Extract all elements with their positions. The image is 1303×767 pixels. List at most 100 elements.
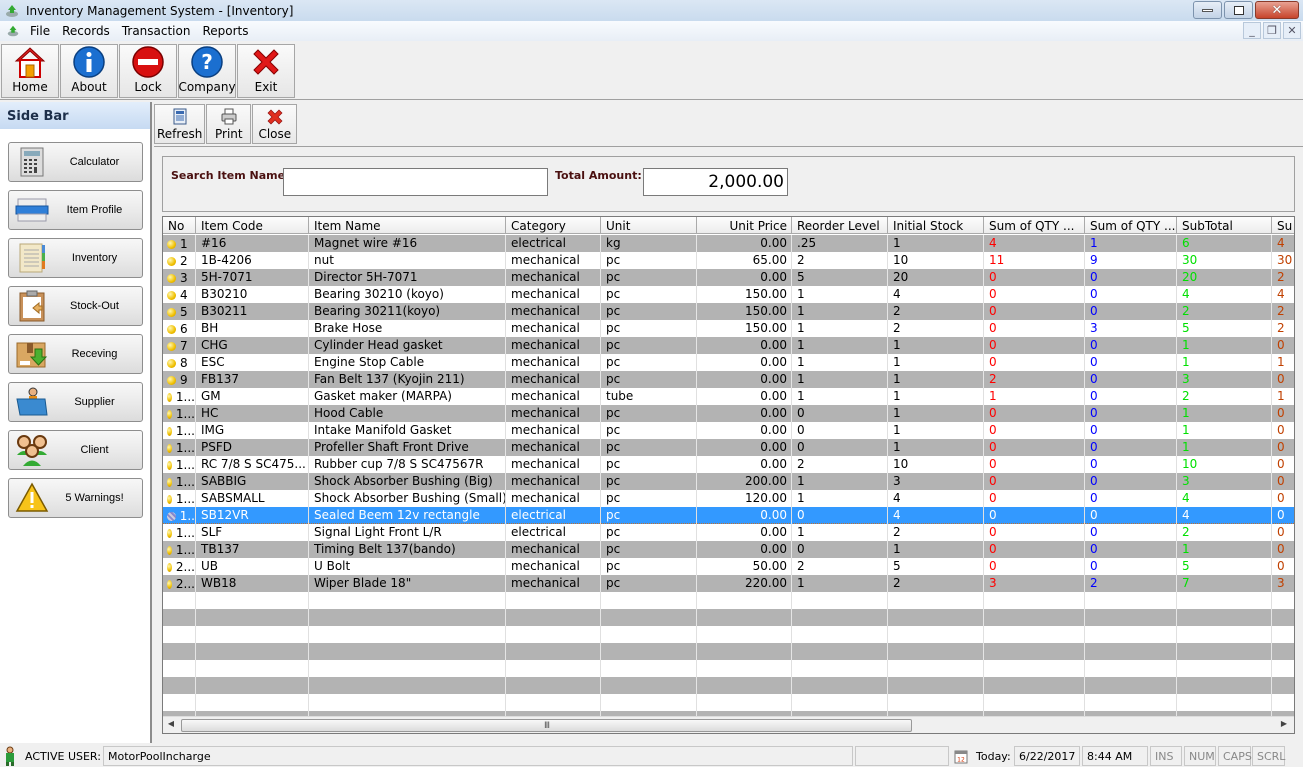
table-row[interactable]: 5 B30211 Bearing 30211(koyo) mechanical pc 15…	[163, 303, 1294, 320]
table-row[interactable]: 1... GM Gasket maker (MARPA) mechanical tube…	[163, 388, 1294, 405]
table-row[interactable]: 1... RC 7/8 S SC475... Rubber cup 7/8 S SC…	[163, 456, 1294, 473]
column-header[interactable]: Sum of QTY ...	[1085, 217, 1177, 234]
sidebar-item-calculator[interactable]: Calculator	[8, 142, 143, 182]
sidebar-item-stock-out[interactable]: Stock-Out	[8, 286, 143, 326]
print-button[interactable]: Print	[206, 104, 252, 144]
table-row[interactable]: 4 B30210 Bearing 30210 (koyo) mechanical pc 1…	[163, 286, 1294, 303]
table-row[interactable]: 1.. SB12VR Sealed Beem 12v rectangle electr…	[163, 507, 1294, 524]
column-header[interactable]: Item Name	[309, 217, 506, 234]
column-header[interactable]: No	[163, 217, 196, 234]
cell-category: electrical	[506, 524, 601, 541]
refresh-button[interactable]: Refresh	[154, 104, 206, 144]
child-minimize-button[interactable]: _	[1243, 22, 1261, 39]
company-button[interactable]: ? Company	[178, 44, 236, 98]
cell-unit: pc	[601, 439, 697, 456]
scroll-right-icon[interactable]: ▶	[1278, 719, 1290, 731]
cell-code: SABSMALL	[196, 490, 309, 507]
cell-category: mechanical	[506, 371, 601, 388]
column-header[interactable]: Unit	[601, 217, 697, 234]
empty-cell	[163, 592, 196, 609]
column-header[interactable]: Unit Price	[697, 217, 792, 234]
menu-transaction[interactable]: Transaction	[120, 24, 199, 38]
minimize-button[interactable]	[1193, 1, 1222, 19]
scrollbar-thumb[interactable]: III	[181, 719, 912, 732]
close-button[interactable]: Close	[252, 104, 298, 144]
sidebar-item-inventory[interactable]: Inventory	[8, 238, 143, 278]
menu-records[interactable]: Records	[60, 24, 118, 38]
cell-qty2: 1	[1085, 235, 1177, 252]
table-row[interactable]: 1... SLF Signal Light Front L/R electrical p…	[163, 524, 1294, 541]
column-header[interactable]: Category	[506, 217, 601, 234]
sidebar-item-supplier[interactable]: Supplier	[8, 382, 143, 422]
sidebar-item-receiving[interactable]: Receving	[8, 334, 143, 374]
table-row[interactable]: 8 ESC Engine Stop Cable mechanical pc 0.00 1 1 0…	[163, 354, 1294, 371]
printer-icon	[221, 108, 237, 125]
home-button[interactable]: Home	[1, 44, 59, 98]
table-row[interactable]: 2... UB U Bolt mechanical pc 50.00 2 5 0 0 5 0	[163, 558, 1294, 575]
cell-last: 0	[1272, 456, 1294, 473]
table-row[interactable]: 2 1B-4206 nut mechanical pc 65.00 2 10 11 9 30 30	[163, 252, 1294, 269]
table-row[interactable]: 1... HC Hood Cable mechanical pc 0.00 0 1 0 0 1 0	[163, 405, 1294, 422]
cell-code: HC	[196, 405, 309, 422]
column-header[interactable]: Reorder Level	[792, 217, 888, 234]
table-row[interactable]: 6 BH Brake Hose mechanical pc 150.00 1 2 0 3 5 2	[163, 320, 1294, 337]
column-header[interactable]: Initial Stock	[888, 217, 984, 234]
empty-cell	[1085, 660, 1177, 677]
table-row[interactable]: 1... IMG Intake Manifold Gasket mechanical p…	[163, 422, 1294, 439]
child-restore-button[interactable]: ❐	[1263, 22, 1281, 39]
cell-price: 0.00	[697, 235, 792, 252]
column-header[interactable]: SubTotal	[1177, 217, 1272, 234]
cell-no: 4	[163, 286, 196, 303]
cell-last: 1	[1272, 354, 1294, 371]
empty-cell	[196, 660, 309, 677]
table-row[interactable]: 1... SABSMALL Shock Absorber Bushing (Smal…	[163, 490, 1294, 507]
refresh-icon	[173, 108, 187, 125]
empty-cell	[697, 694, 792, 711]
sidebar-item-client[interactable]: Client	[8, 430, 143, 470]
empty-cell	[1272, 592, 1294, 609]
lock-button[interactable]: Lock	[119, 44, 177, 98]
horizontal-scrollbar[interactable]: ◀ III ▶	[163, 716, 1294, 733]
status-bar: ACTIVE USER: MotorPoolIncharge 12 Today:…	[0, 745, 1303, 767]
table-row[interactable]: 9 FB137 Fan Belt 137 (Kyojin 211) mechanica…	[163, 371, 1294, 388]
child-close-button[interactable]: ✕	[1283, 22, 1301, 39]
table-row[interactable]: 1... SABBIG Shock Absorber Bushing (Big) me…	[163, 473, 1294, 490]
cell-last: 0	[1272, 422, 1294, 439]
mdi-app-icon[interactable]	[6, 24, 20, 38]
total-amount-field[interactable]: 2,000.00	[643, 168, 788, 196]
empty-cell	[984, 626, 1085, 643]
main-toolbar: Home About Lock ? Company Exit	[0, 41, 1303, 100]
sidebar-item-warnings[interactable]: 5 Warnings!	[8, 478, 143, 518]
cell-subtotal: 1	[1177, 354, 1272, 371]
table-row[interactable]: 1... TB137 Timing Belt 137(bando) mechanica…	[163, 541, 1294, 558]
sidebar-item-item-profile[interactable]: Item Profile	[8, 190, 143, 230]
column-header[interactable]: Su	[1272, 217, 1294, 234]
restore-button[interactable]	[1224, 1, 1253, 19]
column-header[interactable]: Sum of QTY ...	[984, 217, 1085, 234]
empty-cell	[697, 592, 792, 609]
search-item-input[interactable]	[283, 168, 548, 196]
inventory-grid[interactable]: No Item Code Item Name Category Unit Unit Pri…	[162, 216, 1295, 734]
close-window-button[interactable]: ✕	[1255, 1, 1299, 19]
table-row[interactable]: 2... WB18 Wiper Blade 18" mechanical pc 220.0…	[163, 575, 1294, 592]
cell-price: 0.00	[697, 269, 792, 286]
cell-name: Hood Cable	[309, 405, 506, 422]
table-row[interactable]: 1 #16 Magnet wire #16 electrical kg 0.00.25 1 4…	[163, 235, 1294, 252]
empty-cell	[792, 609, 888, 626]
about-label: About	[71, 80, 107, 94]
empty-cell	[163, 694, 196, 711]
cell-initial: 1	[888, 405, 984, 422]
table-row[interactable]: 7 CHG Cylinder Head gasket mechanical pc 0.00…	[163, 337, 1294, 354]
menu-file[interactable]: File	[28, 24, 58, 38]
row-number: 1..	[179, 509, 195, 523]
about-button[interactable]: About	[60, 44, 118, 98]
exit-button[interactable]: Exit	[237, 44, 295, 98]
table-row[interactable]: 3 5H-7071 Director 5H-7071 mechanical pc 0.00…	[163, 269, 1294, 286]
menu-reports[interactable]: Reports	[200, 24, 256, 38]
empty-row	[163, 677, 1294, 694]
empty-cell	[506, 592, 601, 609]
table-row[interactable]: 1... PSFD Profeller Shaft Front Drive mecha…	[163, 439, 1294, 456]
column-header[interactable]: Item Code	[196, 217, 309, 234]
empty-cell	[1272, 660, 1294, 677]
scroll-left-icon[interactable]: ◀	[165, 719, 177, 731]
